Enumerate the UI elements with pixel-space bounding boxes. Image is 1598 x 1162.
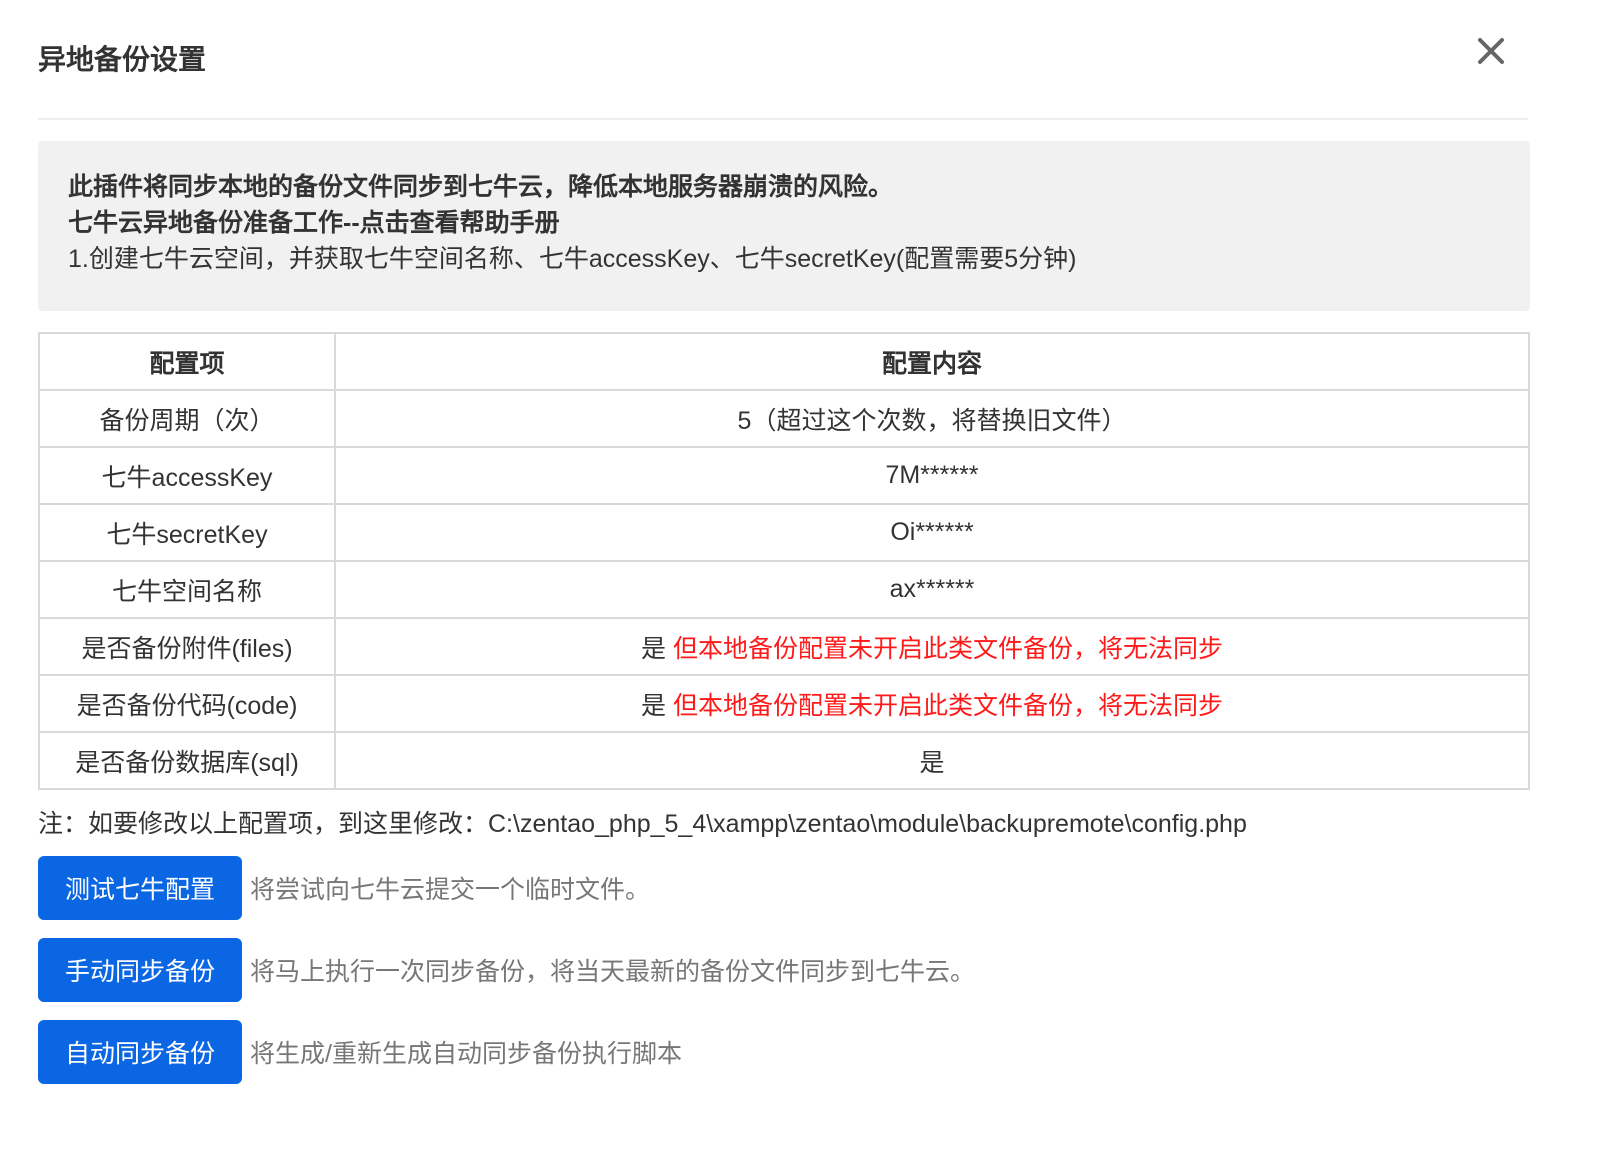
value-text: 是 [919, 748, 945, 777]
intro-step-1: 1.创建七牛云空间，并获取七牛空间名称、七牛accessKey、七牛secret… [68, 245, 1077, 273]
auto-sync-description: 将生成/重新生成自动同步备份执行脚本 [250, 1040, 682, 1068]
config-item-value: ax****** [334, 560, 1530, 619]
value-text: 5（超过这个次数，将替换旧文件） [737, 406, 1127, 435]
backup-settings-dialog: 异地备份设置 此插件将同步本地的备份文件同步到七牛云，降低本地服务器崩溃的风险。… [0, 0, 1598, 1162]
config-item-label: 是否备份数据库(sql) [38, 731, 336, 790]
intro-preparation-label: 七牛云异地备份准备工作-- [68, 209, 360, 237]
help-manual-link[interactable]: 点击查看帮助手册 [360, 209, 560, 237]
table-row: 备份周期（次） 5（超过这个次数，将替换旧文件） [38, 389, 1530, 448]
test-config-row: 测试七牛配置 将尝试向七牛云提交一个临时文件。 [38, 856, 650, 920]
auto-sync-backup-button[interactable]: 自动同步备份 [38, 1020, 242, 1084]
auto-sync-row: 自动同步备份 将生成/重新生成自动同步备份执行脚本 [38, 1020, 682, 1084]
column-header-value: 配置内容 [334, 332, 1530, 391]
table-header-row: 配置项 配置内容 [38, 332, 1530, 391]
table-row: 七牛secretKey Oi****** [38, 503, 1530, 562]
dialog-title: 异地备份设置 [38, 44, 207, 75]
dialog-header: 异地备份设置 [38, 0, 1528, 120]
config-path-note: 注：如要修改以上配置项，到这里修改：C:\zentao_php_5_4\xamp… [38, 810, 1247, 838]
config-item-label: 备份周期（次） [38, 389, 336, 448]
value-text: 是 [641, 691, 667, 720]
test-qiniu-config-button[interactable]: 测试七牛配置 [38, 856, 242, 920]
manual-sync-backup-button[interactable]: 手动同步备份 [38, 938, 242, 1002]
close-icon [1478, 38, 1504, 64]
config-item-label: 是否备份代码(code) [38, 674, 336, 733]
config-item-label: 七牛accessKey [38, 446, 336, 505]
value-text: 7M****** [885, 461, 979, 489]
table-row: 是否备份代码(code) 是 但本地备份配置未开启此类文件备份，将无法同步 [38, 674, 1530, 733]
column-header-item: 配置项 [38, 332, 336, 391]
config-item-label: 七牛secretKey [38, 503, 336, 562]
value-text: 是 [641, 634, 667, 663]
test-config-description: 将尝试向七牛云提交一个临时文件。 [250, 876, 651, 904]
table-row: 七牛accessKey 7M****** [38, 446, 1530, 505]
config-table: 配置项 配置内容 备份周期（次） 5（超过这个次数，将替换旧文件） 七牛acce… [38, 332, 1530, 790]
config-item-value: 是 但本地备份配置未开启此类文件备份，将无法同步 [334, 674, 1530, 733]
manual-sync-description: 将马上执行一次同步备份，将当天最新的备份文件同步到七牛云。 [250, 958, 976, 986]
value-text: ax****** [889, 575, 975, 603]
warning-text: 但本地备份配置未开启此类文件备份，将无法同步 [672, 691, 1223, 720]
config-item-value: Oi****** [334, 503, 1530, 562]
config-item-value: 7M****** [334, 446, 1530, 505]
intro-panel: 此插件将同步本地的备份文件同步到七牛云，降低本地服务器崩溃的风险。 七牛云异地备… [38, 141, 1530, 311]
warning-text: 但本地备份配置未开启此类文件备份，将无法同步 [672, 634, 1223, 663]
config-item-label: 是否备份附件(files) [38, 617, 336, 676]
table-row: 七牛空间名称 ax****** [38, 560, 1530, 619]
config-item-value: 是 但本地备份配置未开启此类文件备份，将无法同步 [334, 617, 1530, 676]
close-button[interactable] [1468, 28, 1514, 74]
intro-summary: 此插件将同步本地的备份文件同步到七牛云，降低本地服务器崩溃的风险。 [68, 173, 894, 201]
table-row: 是否备份附件(files) 是 但本地备份配置未开启此类文件备份，将无法同步 [38, 617, 1530, 676]
config-item-value: 5（超过这个次数，将替换旧文件） [334, 389, 1530, 448]
intro-preparation: 七牛云异地备份准备工作--点击查看帮助手册 [68, 205, 1500, 241]
manual-sync-row: 手动同步备份 将马上执行一次同步备份，将当天最新的备份文件同步到七牛云。 [38, 938, 975, 1002]
table-row: 是否备份数据库(sql) 是 [38, 731, 1530, 790]
config-item-value: 是 [334, 731, 1530, 790]
config-item-label: 七牛空间名称 [38, 560, 336, 619]
value-text: Oi****** [890, 518, 974, 546]
